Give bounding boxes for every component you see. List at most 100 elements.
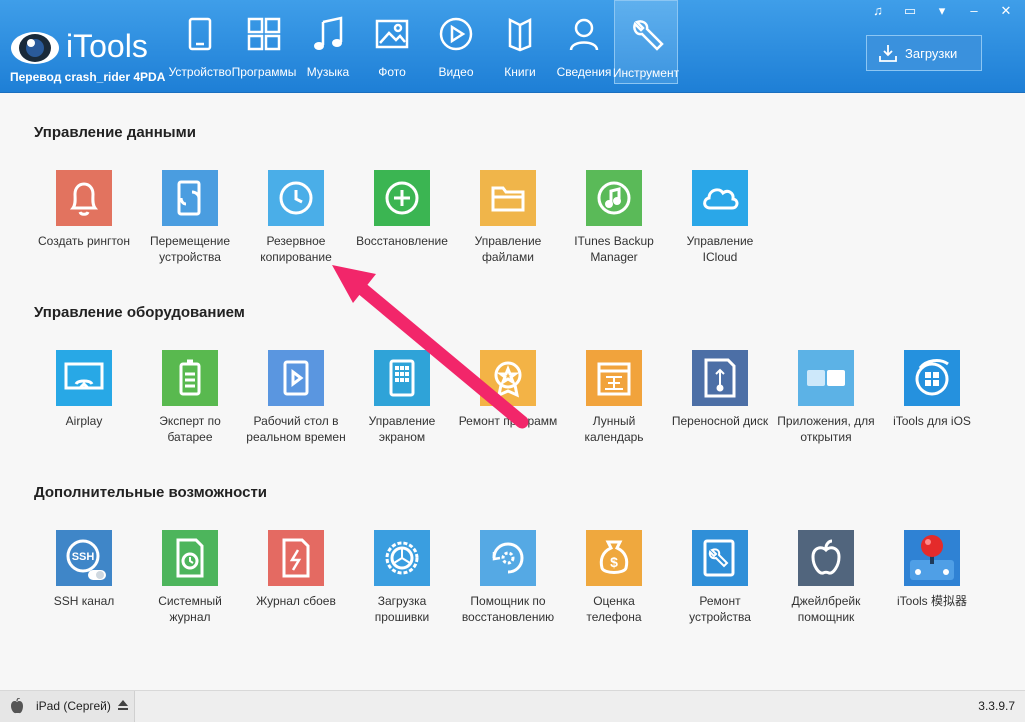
tool-crash-log[interactable]: Журнал сбоев: [246, 530, 346, 609]
section-title-extra: Дополнительные возможности: [34, 484, 268, 501]
tool-itools-ios[interactable]: iTools для iOS: [882, 350, 982, 429]
version-label: 3.3.9.7: [978, 699, 1015, 713]
tool-ringtone[interactable]: Создать рингтон: [34, 170, 134, 249]
tool-label: Помощник по восстановлению: [461, 594, 555, 624]
tool-label: Управление экраном: [368, 414, 436, 444]
restore-tile-bg: [374, 170, 430, 226]
app-logo: iTools Перевод crash_rider 4PDA: [10, 26, 165, 84]
person-icon: [569, 18, 599, 51]
tool-label: Загрузка прошивки: [374, 594, 430, 624]
phone-play-icon: [283, 360, 309, 396]
music-mini-icon[interactable]: ♫: [867, 2, 889, 20]
tool-app-repair[interactable]: Ремонт программ: [458, 350, 558, 429]
tool-screen-manager[interactable]: Управление экраном: [352, 350, 452, 445]
battery-tile-bg: [162, 350, 218, 406]
emulator-tile-bg: [904, 530, 960, 586]
ssh-tile-bg: SSH: [56, 530, 112, 586]
ssh-icon: SSH: [66, 539, 106, 580]
tablet-icon: [188, 17, 212, 51]
itools-eye-icon: [11, 32, 59, 64]
tool-firmware[interactable]: Загрузка прошивки: [352, 530, 452, 625]
status-bar: iPad (Сергей) 3.3.9.7: [0, 690, 1025, 722]
main-nav: Устройство Программы Музыка Фото Видео К…: [166, 0, 679, 90]
tool-label: Восстановление: [356, 234, 448, 248]
tool-label: Управление ICloud: [686, 234, 754, 264]
tool-label: Лунный календарь: [584, 414, 644, 444]
desktop-tile-bg: [268, 350, 324, 406]
tool-lunar-calendar[interactable]: Лунный календарь: [564, 350, 664, 445]
minimize-icon[interactable]: –: [963, 2, 985, 20]
money-bag-icon: $: [599, 540, 629, 574]
tool-itools-emulator[interactable]: iTools 模拟器: [882, 530, 982, 609]
crashlog-tile-bg: [268, 530, 324, 586]
svg-text:$: $: [610, 554, 618, 570]
wrench-icon: [633, 20, 664, 51]
tool-file-manager[interactable]: Управление файлами: [458, 170, 558, 265]
recovery-tile-bg: [480, 530, 536, 586]
crash-log-icon: [282, 538, 310, 578]
appraisal-tile-bg: $: [586, 530, 642, 586]
tool-device-transfer[interactable]: Перемещение устройства: [140, 170, 240, 265]
eject-icon[interactable]: [117, 699, 129, 711]
top-toolbar: iTools Перевод crash_rider 4PDA Устройст…: [0, 0, 1025, 93]
syslog-tile-bg: [162, 530, 218, 586]
tool-restore[interactable]: Восстановление: [352, 170, 452, 249]
music-note-icon: [314, 16, 343, 50]
close-icon[interactable]: ✕: [995, 2, 1017, 20]
svg-text:SSH: SSH: [72, 551, 95, 563]
tool-ssh[interactable]: SSH SSH канал: [34, 530, 134, 609]
tool-backup[interactable]: Резервное копирование: [246, 170, 346, 265]
tool-label: iTools для iOS: [893, 414, 971, 428]
tool-open-apps[interactable]: Приложения, для открытия: [776, 350, 876, 445]
clock-icon: [279, 181, 313, 215]
tool-label: Ремонт устройства: [689, 594, 751, 624]
downloads-button[interactable]: Загрузки: [866, 35, 982, 71]
menu-dropdown-icon[interactable]: ▾: [931, 2, 953, 20]
tool-label: Рабочий стол в реальном времен: [246, 414, 346, 444]
tool-label: Эксперт по батарее: [159, 414, 221, 444]
squares-icon: [807, 370, 845, 386]
tool-label: Приложения, для открытия: [777, 414, 875, 444]
tool-portable-disk[interactable]: Переносной диск: [670, 350, 770, 429]
tool-airplay[interactable]: Airplay: [34, 350, 134, 429]
feedback-icon[interactable]: ▭: [899, 2, 921, 20]
openapps-tile-bg: [798, 350, 854, 406]
nav-tools[interactable]: Инструмент: [613, 0, 679, 84]
apple-icon: [811, 539, 841, 575]
nav-tools-label: Инструмент: [612, 66, 680, 80]
device-selector[interactable]: iPad (Сергей): [0, 691, 135, 722]
disk-tile-bg: [692, 350, 748, 406]
tool-label: Создать рингтон: [38, 234, 130, 248]
apps-grid-icon: [247, 17, 281, 51]
itools-ios-tile-bg: [904, 350, 960, 406]
tool-label: iTools 模拟器: [896, 594, 967, 608]
tool-label: Оценка телефона: [586, 594, 642, 624]
folder-icon: [491, 186, 525, 212]
tool-itunes-backup[interactable]: ITunes Backup Manager: [564, 170, 664, 265]
tool-device-repair[interactable]: Ремонт устройства: [670, 530, 770, 625]
jailbreak-tile-bg: [798, 530, 854, 586]
music-circle-icon: [597, 181, 631, 215]
tool-recovery-helper[interactable]: Помощник по восстановлению: [458, 530, 558, 625]
tool-system-log[interactable]: Системный журнал: [140, 530, 240, 625]
tool-icloud[interactable]: Управление ICloud: [670, 170, 770, 265]
battery-icon: [179, 359, 201, 396]
screen-tile-bg: [374, 350, 430, 406]
tool-phone-appraisal[interactable]: $ Оценка телефона: [564, 530, 664, 625]
tool-label: Переносной диск: [671, 414, 769, 428]
firmware-tile-bg: [374, 530, 430, 586]
tool-jailbreak[interactable]: Джейлбрейк помощник: [776, 530, 876, 625]
tool-realtime-desktop[interactable]: Рабочий стол в реальном времен: [246, 350, 346, 445]
downloads-label: Загрузки: [905, 46, 958, 61]
section-title-data-management: Управление данными: [34, 124, 196, 141]
log-clock-icon: [176, 538, 204, 578]
device-repair-tile-bg: [692, 530, 748, 586]
tool-battery[interactable]: Эксперт по батарее: [140, 350, 240, 445]
cloud-icon: [703, 188, 739, 210]
nav-info[interactable]: Сведения: [550, 0, 618, 84]
tool-label: ITunes Backup Manager: [574, 234, 654, 264]
icloud-tile-bg: [692, 170, 748, 226]
tool-label: Airplay: [65, 414, 103, 428]
section-title-hardware: Управление оборудованием: [34, 304, 245, 321]
restore-icon: [385, 181, 419, 215]
